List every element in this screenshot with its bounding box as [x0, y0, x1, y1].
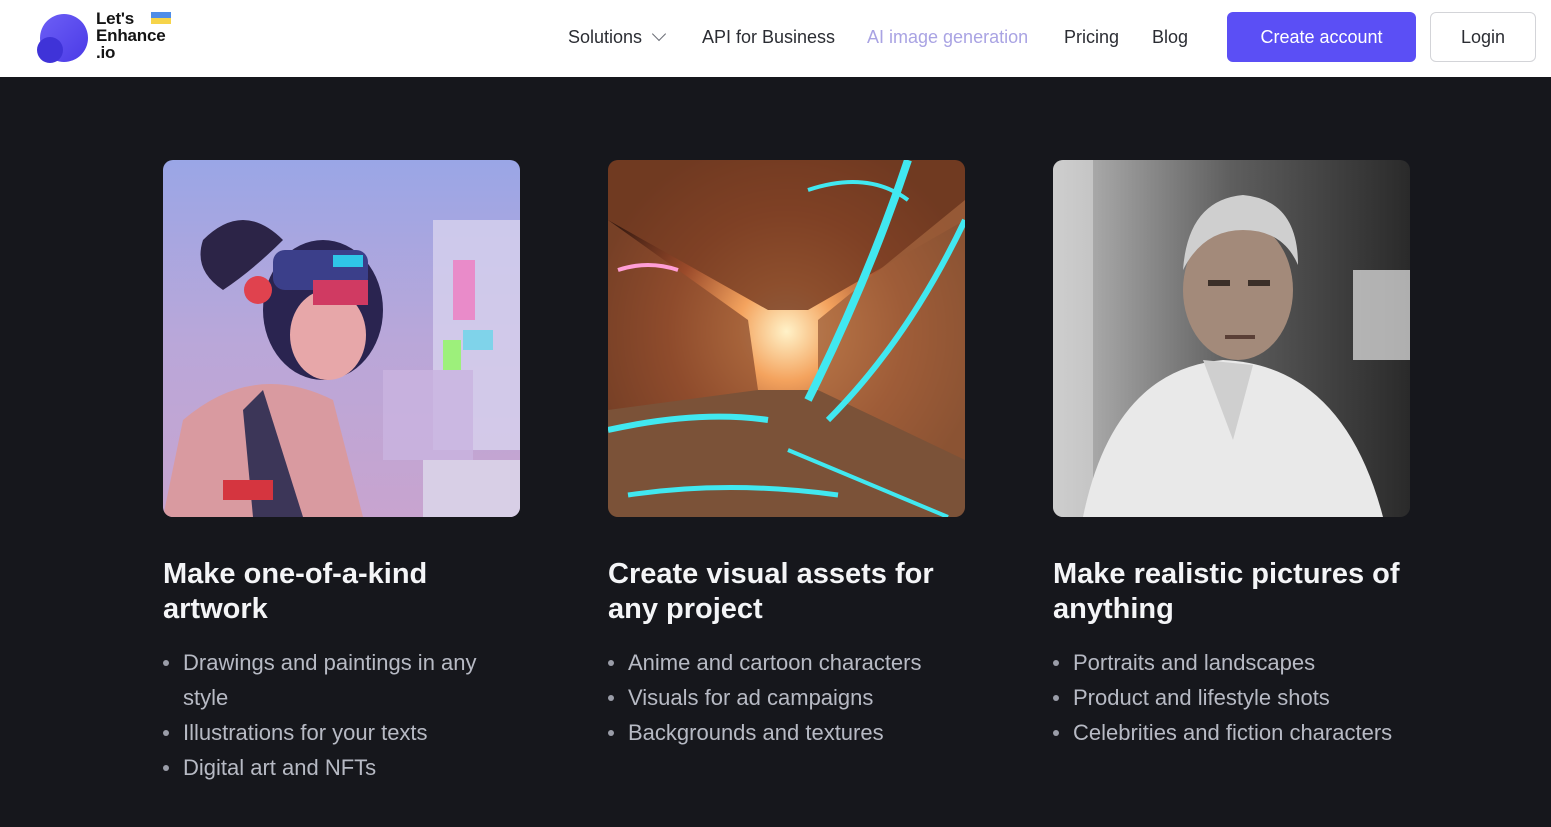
list-item: Portraits and landscapes: [1053, 645, 1410, 680]
list-item: Celebrities and fiction characters: [1053, 715, 1410, 750]
list-item: Drawings and paintings in any style: [163, 645, 520, 715]
logo-icon: [37, 14, 88, 63]
list-item: Digital art and NFTs: [163, 750, 520, 785]
nav-solutions[interactable]: Solutions: [568, 24, 667, 50]
card-image-tunnel: [608, 160, 965, 517]
nav-api-business[interactable]: API for Business: [702, 24, 835, 50]
card-title: Make one-of-a-kind artwork: [163, 558, 428, 625]
logo[interactable]: Let's Enhance .io: [36, 10, 186, 66]
card-feature-list: Portraits and landscapes Product and lif…: [1053, 645, 1410, 750]
list-item: Illustrations for your texts: [163, 715, 520, 750]
login-button[interactable]: Login: [1430, 12, 1536, 62]
create-account-button[interactable]: Create account: [1227, 12, 1416, 62]
card-title: Create visual assets for any project: [608, 558, 934, 625]
card-feature-list: Drawings and paintings in any style Illu…: [163, 645, 520, 785]
nav-pricing[interactable]: Pricing: [1064, 24, 1119, 50]
nav-blog[interactable]: Blog: [1152, 24, 1188, 50]
feature-card-artwork: Make one-of-a-kind artwork Drawings and …: [163, 160, 520, 785]
chevron-down-icon: [651, 26, 667, 42]
list-item: Backgrounds and textures: [608, 715, 965, 750]
card-feature-list: Anime and cartoon characters Visuals for…: [608, 645, 965, 750]
card-title: Make realistic pictures of anything: [1053, 558, 1400, 625]
card-image-artwork: [163, 160, 520, 517]
list-item: Product and lifestyle shots: [1053, 680, 1410, 715]
nav-ai-image-generation[interactable]: AI image generation: [867, 24, 1028, 50]
list-item: Visuals for ad campaigns: [608, 680, 965, 715]
feature-card-realistic: Make realistic pictures of anything Port…: [1053, 160, 1410, 750]
card-image-portrait: [1053, 160, 1410, 517]
top-navbar: Let's Enhance .io Solutions API for Busi…: [0, 0, 1551, 77]
ukraine-flag-icon: [151, 12, 171, 24]
list-item: Anime and cartoon characters: [608, 645, 965, 680]
feature-card-visual-assets: Create visual assets for any project Ani…: [608, 160, 965, 750]
